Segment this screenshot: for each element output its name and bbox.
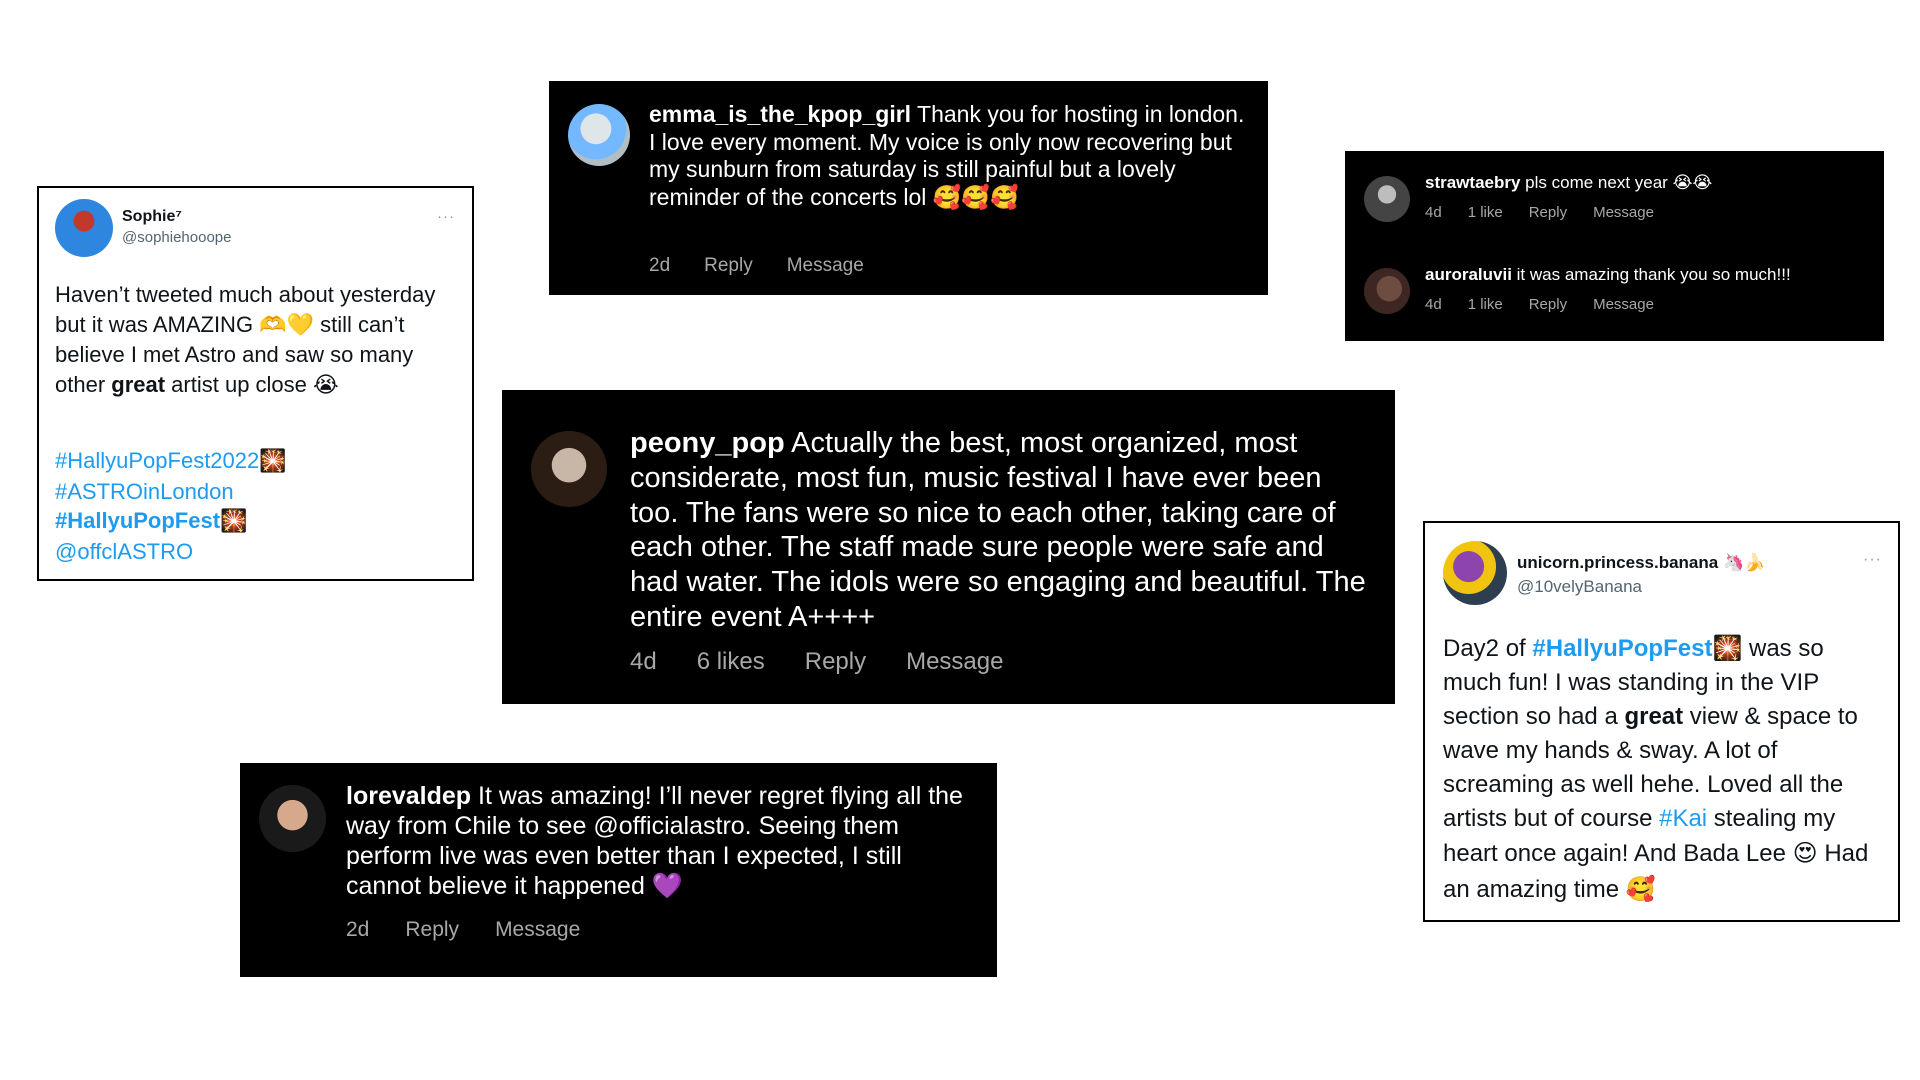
hashtag-link[interactable]: #HallyuPopFest (55, 508, 220, 533)
comment-card-lore: lorevaldep It was amazing! I’ll never re… (240, 763, 997, 977)
smiling-hearts-icon: 🥰 (1625, 874, 1656, 903)
like-count[interactable]: 1 like (1468, 296, 1503, 313)
avatar[interactable] (1443, 541, 1507, 605)
tweet-card-unicorn: unicorn.princess.banana 🦄🍌 @10velyBanana… (1423, 521, 1900, 922)
avatar[interactable] (55, 199, 113, 257)
more-options-icon[interactable]: ··· (1863, 551, 1882, 569)
hashtag-link[interactable]: #Kai (1659, 805, 1707, 832)
comment-meta: 4d 1 like Reply Message (1425, 296, 1654, 313)
timestamp: 2d (346, 918, 370, 941)
hashtag-link[interactable]: #HallyuPopFest2022 (55, 448, 259, 473)
avatar[interactable] (531, 431, 607, 507)
message-button[interactable]: Message (787, 255, 864, 277)
purple-heart-icon: 💜 (651, 871, 683, 900)
crying-face-icon: 😭😭 (1672, 173, 1713, 193)
bold-word: great (1624, 703, 1684, 731)
reply-button[interactable]: Reply (805, 648, 866, 676)
reply-button[interactable]: Reply (1529, 296, 1567, 313)
hashtag-link[interactable]: #HallyuPopFest (1532, 635, 1712, 662)
heart-hands-icon: 🫶💛 (259, 312, 314, 338)
mention-link[interactable]: @offclASTRO (55, 539, 193, 564)
username[interactable]: auroraluvii (1425, 265, 1512, 284)
tweet-text: Day2 of #HallyuPopFest🎇 was so much fun!… (1443, 631, 1888, 907)
message-button[interactable]: Message (495, 918, 580, 942)
hashtag-link[interactable]: #ASTROinLondon (55, 479, 234, 504)
comment-body: pls come next year (1520, 173, 1673, 192)
comment-body: it was amazing thank you so much!!! (1511, 265, 1791, 284)
display-name[interactable]: Sophie⁷ (122, 208, 182, 226)
comment-text: emma_is_the_kpop_girl Thank you for host… (649, 101, 1249, 212)
username[interactable]: strawtaebry (1425, 173, 1520, 192)
bold-word: great (111, 372, 166, 398)
display-name[interactable]: unicorn.princess.banana 🦄🍌 (1517, 553, 1765, 573)
message-button[interactable]: Message (1593, 204, 1654, 221)
comment-card-pair: strawtaebry pls come next year 😭😭 4d 1 l… (1345, 151, 1884, 341)
message-button[interactable]: Message (906, 648, 1003, 676)
heart-eyes-icon: 😍 (1792, 839, 1818, 868)
timestamp: 4d (1425, 204, 1442, 221)
display-name-text: unicorn.princess.banana (1517, 553, 1723, 572)
like-count[interactable]: 1 like (1468, 204, 1503, 221)
comment-meta: 2d Reply Message (649, 255, 864, 277)
timestamp: 4d (1425, 296, 1442, 313)
comment-card-emma: emma_is_the_kpop_girl Thank you for host… (549, 81, 1268, 295)
fireworks-icon: 🎇 (220, 509, 248, 535)
comment-meta: 2d Reply Message (346, 918, 580, 942)
comment-text: auroraluvii it was amazing thank you so … (1425, 265, 1865, 285)
user-handle[interactable]: @sophiehooope (122, 229, 231, 246)
tweet-card-sophie: Sophie⁷ @sophiehooope ··· Haven’t tweete… (37, 186, 474, 581)
like-count[interactable]: 6 likes (697, 648, 765, 676)
message-button[interactable]: Message (1593, 296, 1654, 313)
smiling-hearts-icon: 🥰🥰🥰 (932, 184, 1019, 211)
comment-card-peony: peony_pop Actually the best, most organi… (502, 390, 1395, 704)
comment-meta: 4d 1 like Reply Message (1425, 204, 1654, 221)
avatar[interactable] (1364, 176, 1410, 222)
avatar[interactable] (1364, 268, 1410, 314)
tweet-text: Haven’t tweeted much about yesterday but… (55, 280, 465, 401)
unicorn-banana-icon: 🦄🍌 (1722, 553, 1766, 573)
more-options-icon[interactable]: ··· (437, 208, 455, 225)
avatar[interactable] (259, 785, 326, 852)
fireworks-icon: 🎇 (259, 449, 287, 474)
tweet-text-part: Day2 of (1443, 635, 1533, 662)
username[interactable]: lorevaldep (346, 782, 471, 810)
tweet-text-part: artist up close (165, 372, 314, 398)
reply-button[interactable]: Reply (405, 918, 459, 942)
reply-button[interactable]: Reply (704, 255, 753, 277)
username[interactable]: emma_is_the_kpop_girl (649, 101, 911, 127)
comment-text: strawtaebry pls come next year 😭😭 (1425, 173, 1865, 193)
fireworks-icon: 🎇 (1712, 634, 1743, 662)
comment-meta: 4d 6 likes Reply Message (630, 648, 1003, 676)
hashtag-list: #HallyuPopFest2022🎇 #ASTROinLondon #Hall… (55, 446, 465, 567)
avatar[interactable] (568, 104, 630, 166)
crying-face-icon: 😭 (313, 373, 339, 399)
comment-text: lorevaldep It was amazing! I’ll never re… (346, 781, 981, 901)
comment-text: peony_pop Actually the best, most organi… (630, 426, 1375, 635)
username[interactable]: peony_pop (630, 427, 785, 459)
user-handle[interactable]: @10velyBanana (1517, 577, 1642, 597)
timestamp: 2d (649, 255, 671, 276)
reply-button[interactable]: Reply (1529, 204, 1567, 221)
timestamp: 4d (630, 648, 657, 675)
